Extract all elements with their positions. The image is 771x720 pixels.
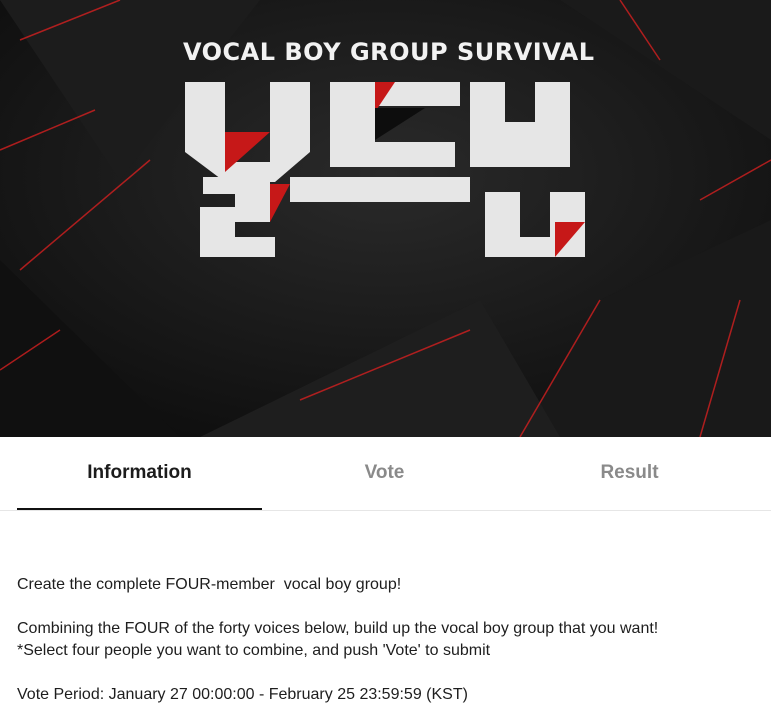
info-headline: Create the complete FOUR-member vocal bo… xyxy=(17,576,402,593)
vote-period: Vote Period: January 27 00:00:00 - Febru… xyxy=(17,686,468,703)
tab-vote[interactable]: Vote xyxy=(262,437,507,510)
logo-graphic xyxy=(185,82,585,257)
tab-result[interactable]: Result xyxy=(507,437,752,510)
information-panel: Create the complete FOUR-member vocal bo… xyxy=(17,574,757,706)
banner-subtitle: VOCAL BOY GROUP SURVIVAL xyxy=(183,38,595,66)
tab-bar: Information Vote Result xyxy=(0,437,771,511)
tab-information[interactable]: Information xyxy=(17,437,262,510)
info-instruction: *Select four people you want to combine,… xyxy=(17,642,491,659)
hero-banner: VOCAL BOY GROUP SURVIVAL xyxy=(0,0,771,437)
info-description: Combining the FOUR of the forty voices b… xyxy=(17,620,659,637)
